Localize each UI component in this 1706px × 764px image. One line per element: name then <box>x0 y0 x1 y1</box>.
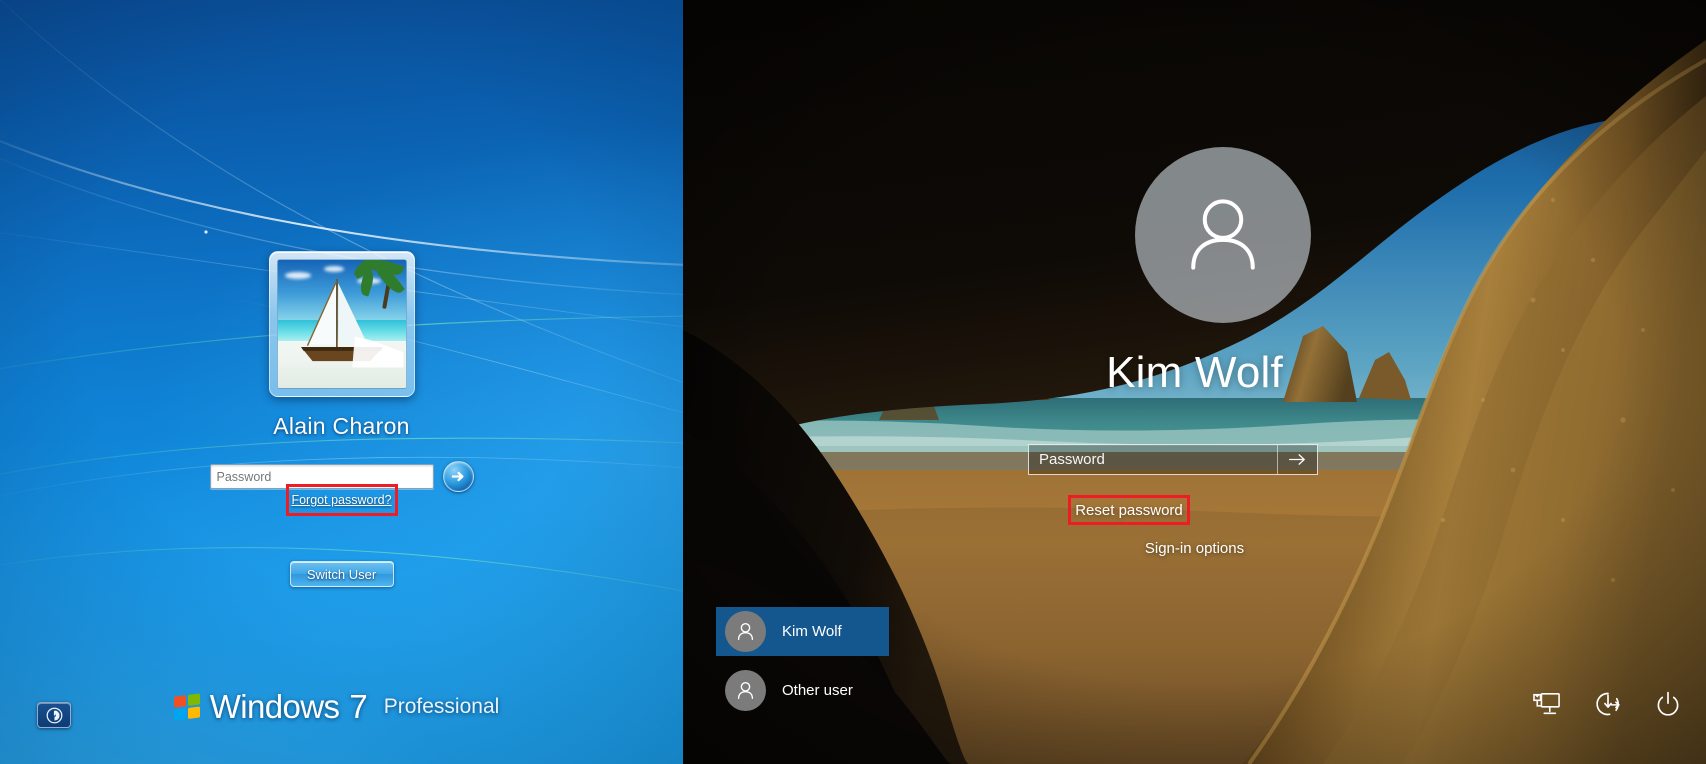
windows-login-comparison: Alain Charon Password Forgot password? S… <box>0 0 1706 764</box>
user-list-item-label: Kim Wolf <box>782 623 842 640</box>
forgot-password-link[interactable]: Forgot password? <box>291 493 391 507</box>
windows-branding: Windows 7 Professional <box>0 688 683 726</box>
network-icon[interactable] <box>1532 691 1562 717</box>
ease-of-access-icon[interactable] <box>1594 690 1622 718</box>
switch-user-button[interactable]: Switch User <box>289 561 394 587</box>
person-icon <box>1191 199 1255 270</box>
user-list-item-kim-wolf[interactable]: Kim Wolf <box>716 607 889 656</box>
user-list: Kim Wolf Other user <box>716 607 889 715</box>
user-tile[interactable] <box>268 251 415 397</box>
os-version: 7 <box>349 688 368 725</box>
user-list-item-other-user[interactable]: Other user <box>716 666 889 715</box>
password-placeholder: Password <box>1039 451 1105 468</box>
ease-of-access-glyph <box>1596 692 1620 716</box>
person-icon <box>737 622 754 641</box>
reset-password-highlight: Reset password <box>1068 495 1190 525</box>
avatar <box>725 611 766 652</box>
system-actions <box>1532 690 1682 718</box>
power-glyph <box>1657 691 1679 716</box>
windows-10-login-screen: Kim Wolf Password Reset password Sign-in… <box>683 0 1706 764</box>
user-avatar <box>1135 147 1311 323</box>
user-name: Alain Charon <box>273 413 410 439</box>
forgot-password-highlight: Forgot password? <box>285 484 398 516</box>
reset-password-link[interactable]: Reset password <box>1075 502 1183 519</box>
sign-in-options-label: Sign-in options <box>1144 540 1245 557</box>
avatar <box>725 670 766 711</box>
password-placeholder: Password <box>216 469 272 484</box>
sign-in-options-link[interactable]: Sign-in options <box>683 540 1706 557</box>
arrow-right-icon <box>1288 454 1305 465</box>
avatar-image-sailboat-beach <box>276 259 407 389</box>
user-name: Kim Wolf <box>1106 348 1283 397</box>
avatar-frame <box>268 251 415 397</box>
user-list-item-label: Other user <box>782 682 853 699</box>
submit-arrow-button[interactable] <box>442 461 474 492</box>
network-glyph <box>1533 692 1560 715</box>
os-name: Windows <box>209 688 340 725</box>
person-icon <box>737 681 754 700</box>
windows-7-login-screen: Alain Charon Password Forgot password? S… <box>0 0 683 764</box>
power-icon[interactable] <box>1654 690 1682 718</box>
os-edition: Professional <box>383 695 500 718</box>
submit-arrow-button[interactable] <box>1277 445 1317 474</box>
password-input[interactable]: Password <box>1028 444 1318 475</box>
arrow-right-icon <box>451 471 464 482</box>
switch-user-label: Switch User <box>306 566 377 582</box>
windows-logo-icon <box>173 692 201 721</box>
